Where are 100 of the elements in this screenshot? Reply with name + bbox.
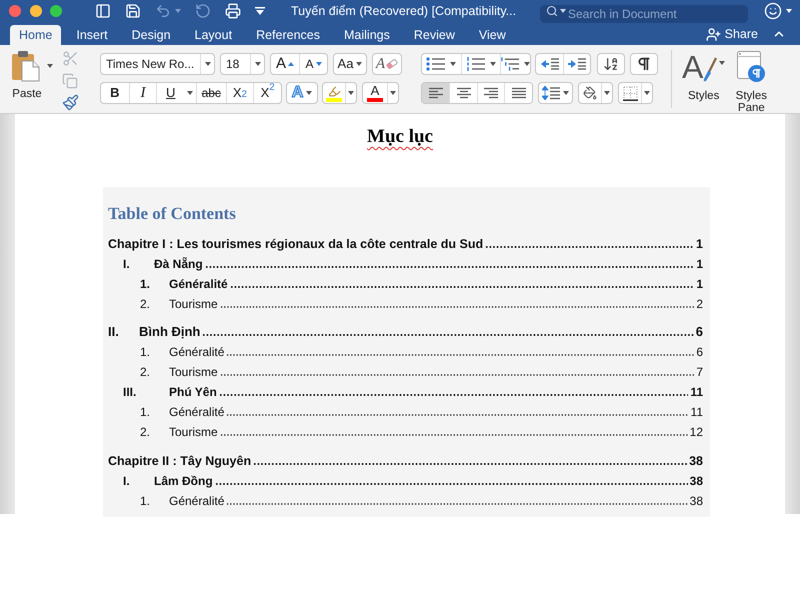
caret-icon[interactable] [450, 62, 456, 66]
caret-icon[interactable] [204, 62, 210, 66]
smiley-icon[interactable] [764, 2, 782, 20]
search-icon [546, 5, 558, 17]
toc-entry-title: Généralité [169, 493, 224, 510]
show-formatting-button[interactable] [630, 53, 658, 75]
print-icon[interactable] [225, 3, 241, 19]
toc-entry-number: I. [123, 474, 130, 488]
caret-icon[interactable] [47, 64, 53, 68]
bullet-list-icon[interactable] [426, 57, 446, 71]
ribbon-tab[interactable]: References [254, 25, 322, 45]
toc-page-number: 1 [696, 276, 703, 293]
styles-pane-button[interactable]: Styles Pane [733, 50, 770, 114]
font-size-field[interactable]: 18 [220, 53, 265, 75]
align-right-icon [483, 87, 500, 99]
toc-entry-number: 2. [140, 365, 150, 379]
toc-page-number: 6 [696, 323, 703, 341]
toc-entry-title: Lâm Đồng [154, 473, 213, 490]
numbered-list-icon[interactable] [466, 57, 486, 71]
caret-icon[interactable] [786, 9, 792, 13]
dropdown-icon[interactable] [255, 7, 265, 15]
toc-entry-title: Chapitre I : Les tourismes régionaux da la côte centrale du Sud [108, 236, 484, 253]
sort-icon [603, 56, 619, 72]
paint-bucket-icon[interactable] [583, 86, 597, 100]
ribbon-tab[interactable]: Review [412, 25, 457, 45]
eraser-icon [386, 59, 398, 69]
caret-icon[interactable] [186, 91, 193, 95]
share-button[interactable]: Share [706, 24, 758, 45]
toc-entry-title: Tourisme [169, 296, 218, 313]
toc-entry-title: Tourisme [169, 364, 218, 381]
toc-page-number: 38 [689, 453, 703, 470]
toc-page-number: 7 [696, 364, 703, 381]
align-left-icon [428, 87, 444, 99]
paste-button[interactable]: Paste [10, 50, 56, 101]
highlighter-icon[interactable] [328, 84, 340, 98]
ribbon-tab[interactable]: View [476, 25, 508, 45]
highlight-button[interactable] [322, 82, 357, 104]
window-title: Tuyến điểm (Recovered) [Compatibility... [291, 2, 516, 20]
caret-icon[interactable] [563, 91, 569, 95]
font-color-button[interactable]: A [362, 82, 399, 104]
toc-page-number: 38 [690, 473, 703, 490]
toc-entry-title: Chapitre II : Tây Nguyên [108, 453, 252, 470]
save-icon[interactable] [125, 3, 141, 19]
superscript-button[interactable]: X$^{2}$ [253, 83, 281, 103]
styles-icon-letter: A [682, 51, 704, 83]
caret-icon[interactable] [524, 62, 530, 66]
borders-button[interactable] [618, 82, 653, 104]
caret-icon[interactable] [490, 62, 496, 66]
underline-button[interactable]: U [156, 83, 184, 103]
caret-icon [560, 9, 566, 13]
toc-entry-number: 1. [140, 494, 150, 508]
zoom-icon[interactable] [50, 5, 62, 17]
search-field[interactable]: Search in Document [540, 5, 748, 23]
minimize-icon[interactable] [30, 5, 42, 17]
caret-icon[interactable] [644, 91, 650, 95]
toc-entry-number: 2. [140, 297, 150, 311]
italic-button[interactable]: I [128, 83, 156, 103]
caret-icon[interactable] [306, 91, 312, 95]
change-case-button[interactable]: Aa [333, 53, 367, 75]
styles-button[interactable]: A Styles [682, 50, 726, 103]
caret-icon[interactable] [254, 62, 260, 66]
caret-icon[interactable] [719, 61, 726, 65]
caret-icon[interactable] [604, 91, 610, 95]
paintbrush-icon[interactable] [62, 94, 78, 111]
ribbon-tab[interactable]: Layout [192, 25, 234, 45]
align-center-icon [456, 87, 472, 99]
sidebar-icon[interactable] [95, 3, 111, 19]
font-name-field[interactable]: Times New Ro... [100, 53, 215, 75]
toc-page-number: 11 [690, 404, 703, 421]
ribbon-tab[interactable]: Mailings [342, 25, 392, 45]
caret-icon[interactable] [356, 62, 362, 66]
sort-button[interactable] [597, 53, 625, 75]
bold-button[interactable]: B [101, 83, 129, 103]
toc-page-number: 12 [690, 424, 703, 441]
toc-entry-number: I. [123, 257, 130, 271]
toc-page-number: 38 [690, 493, 703, 510]
toc-page-number: 1 [696, 256, 703, 273]
styles-pane-icon [737, 50, 766, 83]
toc-entry-title: Généralité [169, 276, 228, 293]
ribbon-tab[interactable]: Home [10, 25, 62, 45]
strikethrough-button[interactable]: abc [196, 83, 226, 103]
caret-icon[interactable] [390, 91, 396, 95]
alignment-button[interactable] [504, 83, 532, 103]
toc-page-number: 6 [696, 344, 703, 361]
grow-font-button[interactable]: A [271, 54, 299, 74]
line-spacing-button[interactable] [538, 82, 573, 104]
subscript-button[interactable]: X$_{2}$ [226, 83, 254, 103]
alignment-button[interactable] [422, 83, 450, 103]
ribbon-tab[interactable]: Insert [74, 25, 110, 45]
clear-formatting-button[interactable]: A [372, 53, 402, 75]
line-spacing-icon [542, 86, 560, 100]
shrink-font-button[interactable]: A [299, 54, 327, 74]
shading-button[interactable] [578, 82, 613, 104]
ribbon-tab[interactable]: Design [130, 25, 173, 45]
toc-entry-number: 1. [140, 345, 150, 359]
borders-icon[interactable] [622, 86, 638, 100]
multilevel-list-icon[interactable] [501, 57, 520, 71]
toc-entry-number: II. [108, 324, 119, 339]
caret-icon[interactable] [348, 91, 354, 95]
toc-entry-title: Généralité [169, 404, 224, 421]
